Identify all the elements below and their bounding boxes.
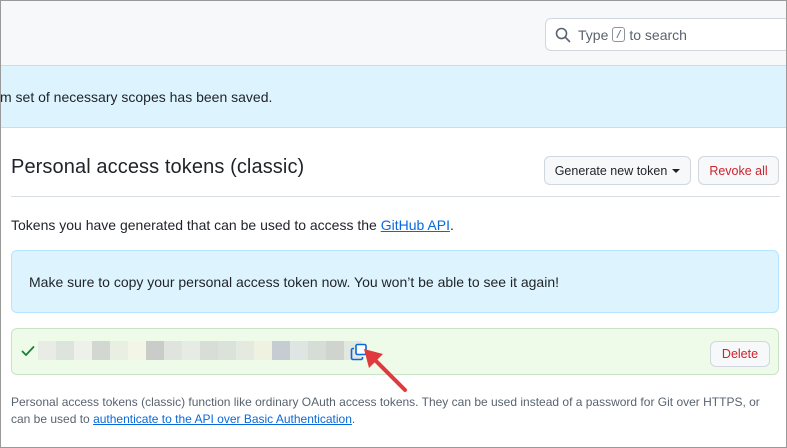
footnote: Personal access tokens (classic) functio… (11, 394, 781, 428)
revoke-all-button[interactable]: Revoke all (698, 156, 779, 185)
basic-auth-link[interactable]: authenticate to the API over Basic Authe… (93, 412, 352, 426)
tokens-description: Tokens you have generated that can be us… (11, 217, 454, 233)
search-icon (555, 27, 571, 42)
flash-banner: m set of necessary scopes has been saved… (1, 65, 786, 128)
description-prefix: Tokens you have generated that can be us… (11, 217, 381, 233)
generate-new-token-label: Generate new token (554, 163, 668, 178)
title-divider (11, 196, 780, 197)
page-frame: Type / to search m set of necessary scop… (0, 0, 787, 448)
search-shortcut-key: / (612, 27, 626, 42)
flash-message: m set of necessary scopes has been saved… (0, 89, 273, 105)
annotation-arrow-icon (364, 349, 407, 392)
token-value-redacted (38, 341, 362, 360)
search-placeholder-suffix: to search (629, 26, 687, 43)
delete-token-button[interactable]: Delete (710, 341, 770, 367)
revoke-all-label: Revoke all (709, 163, 768, 178)
delete-label: Delete (721, 347, 759, 361)
check-icon (21, 346, 35, 356)
github-api-link[interactable]: GitHub API (381, 217, 450, 233)
description-suffix: . (449, 217, 454, 233)
caret-down-icon (672, 168, 681, 173)
footnote-suffix: . (351, 412, 356, 426)
search-input[interactable]: Type / to search (545, 18, 786, 51)
search-placeholder-prefix: Type (578, 26, 609, 43)
copy-token-notice: Make sure to copy your personal access t… (11, 250, 779, 313)
generate-new-token-button[interactable]: Generate new token (544, 156, 691, 185)
copy-token-notice-text: Make sure to copy your personal access t… (29, 274, 559, 290)
page-title: Personal access tokens (classic) (11, 156, 305, 178)
top-header: Type / to search (1, 1, 786, 65)
